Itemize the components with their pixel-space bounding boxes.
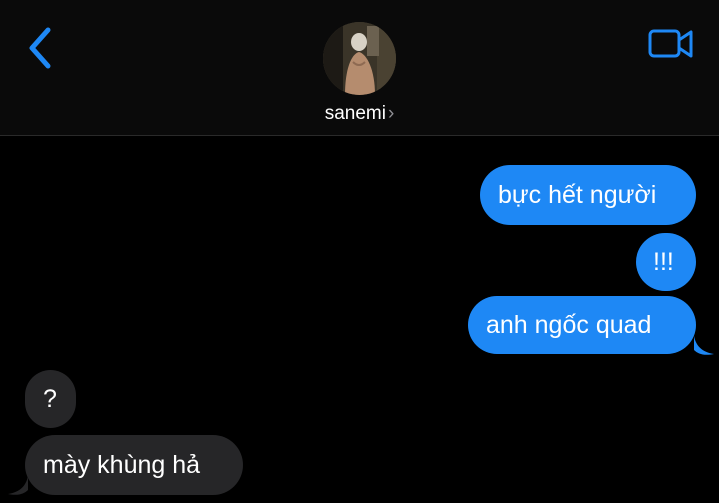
bubble-tail — [8, 476, 28, 495]
contact-name: sanemi — [324, 103, 386, 124]
back-button[interactable] — [22, 24, 58, 72]
message-text: !!! — [653, 248, 674, 276]
conversation-header: sanemi › — [0, 0, 719, 136]
message-text: mày khùng hả — [43, 451, 201, 479]
contact-name-button[interactable]: sanemi › — [0, 103, 719, 125]
message-text: anh ngốc quad — [486, 311, 652, 339]
message-text: ? — [43, 385, 57, 413]
message-text: bực hết người — [498, 181, 657, 209]
message-bubble-sent[interactable]: bực hết người — [480, 165, 696, 225]
video-call-button[interactable] — [646, 26, 696, 62]
message-bubble-received[interactable]: mày khùng hả — [25, 435, 243, 495]
chevron-left-icon — [29, 27, 51, 69]
avatar[interactable] — [323, 22, 396, 95]
message-bubble-sent[interactable]: !!! — [636, 233, 696, 291]
message-bubble-sent[interactable]: anh ngốc quad — [468, 296, 696, 354]
message-bubble-received[interactable]: ? — [25, 370, 76, 428]
chat-screen: sanemi › bực hết người !!! anh ngốc quad … — [0, 0, 719, 503]
bubble-tail — [694, 336, 714, 355]
video-camera-icon — [648, 29, 693, 58]
chevron-right-icon: › — [387, 103, 395, 124]
